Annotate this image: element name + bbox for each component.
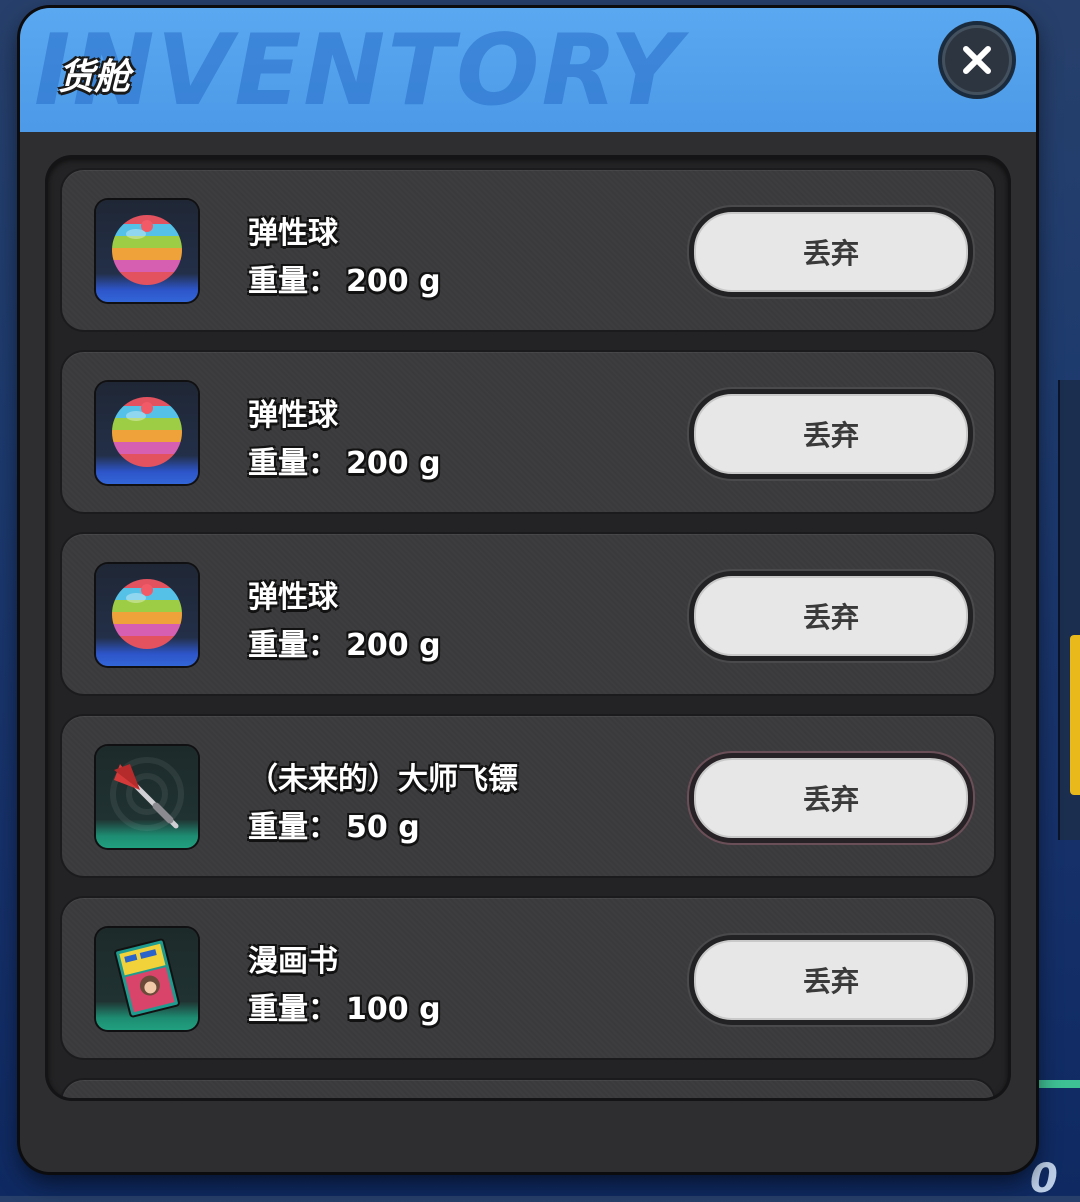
weight-label: 重量： (248, 628, 338, 663)
background-stripe (1038, 1080, 1080, 1088)
item-name: 弹性球 (248, 580, 338, 615)
item-thumbnail (96, 746, 198, 848)
dart-icon (110, 757, 184, 831)
inventory-item: 弹性球 重量： 200 g 丢弃 (62, 352, 994, 512)
inventory-list[interactable]: 弹性球 重量： 200 g 丢弃 弹性球 重量： 200 g 丢弃 弹性球 重量… (48, 158, 1008, 1098)
close-icon (963, 46, 991, 74)
item-thumbnail (96, 382, 198, 484)
weight-label: 重量： (248, 810, 338, 845)
item-thumbnail (96, 564, 198, 666)
background-gauge (1070, 635, 1080, 795)
discard-button[interactable]: 丢弃 (694, 940, 968, 1020)
item-name: 弹性球 (248, 216, 338, 251)
rainbow-ball-icon (112, 215, 182, 285)
header-edge (20, 126, 1036, 138)
item-weight: 重量： 200 g (248, 256, 441, 300)
weight-value: 200 g (346, 446, 441, 481)
weight-label: 重量： (248, 992, 338, 1027)
header-watermark: INVENTORY (34, 14, 683, 128)
weight-value: 200 g (346, 628, 441, 663)
inventory-panel: INVENTORY 货舱 弹性球 重量： 200 g 丢弃 弹性球 重量： 20… (20, 8, 1036, 1172)
background-glyph: 0 (1030, 1156, 1058, 1202)
item-thumbnail (96, 928, 198, 1030)
rainbow-ball-icon (112, 397, 182, 467)
item-name: 漫画书 (248, 944, 338, 979)
weight-value: 200 g (346, 264, 441, 299)
weight-label: 重量： (248, 264, 338, 299)
inventory-item-partial (62, 1080, 994, 1098)
close-button[interactable] (942, 25, 1012, 95)
weight-label: 重量： (248, 446, 338, 481)
item-weight: 重量： 50 g (248, 802, 420, 846)
item-thumbnail (96, 200, 198, 302)
item-weight: 重量： 100 g (248, 984, 441, 1028)
inventory-item: （未来的）大师飞镖 重量： 50 g 丢弃 (62, 716, 994, 876)
comic-book-icon (114, 938, 180, 1018)
panel-title: 货舱 (58, 57, 131, 98)
panel-header: INVENTORY 货舱 (20, 8, 1036, 132)
weight-value: 50 g (346, 810, 420, 845)
item-name: 弹性球 (248, 398, 338, 433)
discard-button[interactable]: 丢弃 (694, 758, 968, 838)
rainbow-ball-icon (112, 579, 182, 649)
inventory-item: 弹性球 重量： 200 g 丢弃 (62, 534, 994, 694)
inventory-item: 弹性球 重量： 200 g 丢弃 (62, 170, 994, 330)
discard-button[interactable]: 丢弃 (694, 576, 968, 656)
weight-value: 100 g (346, 992, 441, 1027)
discard-button[interactable]: 丢弃 (694, 212, 968, 292)
item-name: （未来的）大师飞镖 (248, 762, 518, 797)
inventory-item: 漫画书 重量： 100 g 丢弃 (62, 898, 994, 1058)
item-weight: 重量： 200 g (248, 620, 441, 664)
discard-button[interactable]: 丢弃 (694, 394, 968, 474)
item-weight: 重量： 200 g (248, 438, 441, 482)
